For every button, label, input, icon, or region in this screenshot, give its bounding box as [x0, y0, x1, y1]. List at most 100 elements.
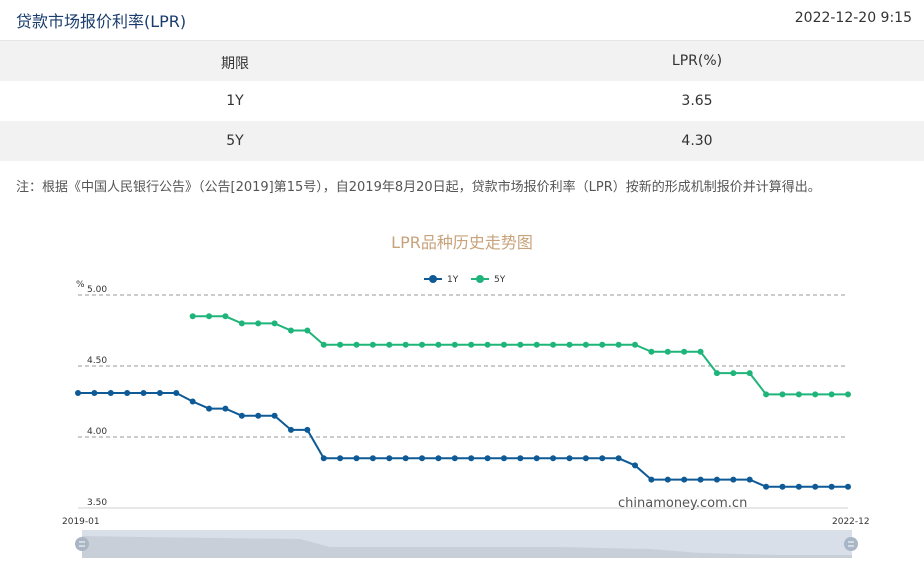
data-point-5y[interactable] [812, 391, 819, 398]
data-point-5y[interactable] [353, 341, 360, 348]
data-point-1y[interactable] [550, 455, 557, 462]
data-point-1y[interactable] [107, 389, 114, 396]
data-point-1y[interactable] [746, 476, 753, 483]
data-point-1y[interactable] [632, 462, 639, 469]
data-point-5y[interactable] [582, 341, 589, 348]
data-point-5y[interactable] [451, 341, 458, 348]
data-point-5y[interactable] [795, 391, 802, 398]
data-point-5y[interactable] [304, 327, 311, 334]
data-point-1y[interactable] [206, 405, 213, 412]
legend-item-1y[interactable]: 1Y [424, 275, 459, 285]
data-point-1y[interactable] [763, 483, 770, 490]
data-point-1y[interactable] [189, 398, 196, 405]
data-point-1y[interactable] [353, 455, 360, 462]
data-point-1y[interactable] [713, 476, 720, 483]
y-tick-label: 5.00 [87, 285, 107, 295]
data-point-5y[interactable] [238, 320, 245, 327]
data-point-1y[interactable] [435, 455, 442, 462]
data-point-1y[interactable] [337, 455, 344, 462]
data-point-5y[interactable] [763, 391, 770, 398]
data-point-1y[interactable] [304, 426, 311, 433]
data-point-5y[interactable] [222, 313, 229, 320]
data-point-5y[interactable] [615, 341, 622, 348]
data-point-1y[interactable] [451, 455, 458, 462]
data-point-1y[interactable] [287, 426, 294, 433]
data-point-5y[interactable] [369, 341, 376, 348]
data-point-1y[interactable] [140, 389, 147, 396]
x-axis-start-label: 2019-01 [62, 517, 100, 527]
data-point-5y[interactable] [468, 341, 475, 348]
data-point-1y[interactable] [566, 455, 573, 462]
data-point-1y[interactable] [730, 476, 737, 483]
data-point-1y[interactable] [156, 389, 163, 396]
data-point-5y[interactable] [271, 320, 278, 327]
data-point-5y[interactable] [779, 391, 786, 398]
data-point-5y[interactable] [206, 313, 213, 320]
data-point-5y[interactable] [648, 348, 655, 355]
data-point-1y[interactable] [845, 483, 851, 490]
data-point-5y[interactable] [255, 320, 262, 327]
series-1y [75, 389, 851, 490]
data-point-1y[interactable] [402, 455, 409, 462]
data-point-1y[interactable] [664, 476, 671, 483]
data-point-1y[interactable] [468, 455, 475, 462]
data-point-1y[interactable] [238, 412, 245, 419]
data-point-1y[interactable] [484, 455, 491, 462]
data-point-1y[interactable] [386, 455, 393, 462]
data-point-5y[interactable] [484, 341, 491, 348]
data-point-5y[interactable] [320, 341, 327, 348]
data-zoom-slider[interactable] [75, 530, 858, 558]
data-point-1y[interactable] [320, 455, 327, 462]
data-point-5y[interactable] [845, 391, 851, 398]
zoom-handle-left[interactable] [75, 537, 89, 551]
data-point-1y[interactable] [648, 476, 655, 483]
zoom-handle-right[interactable] [844, 537, 858, 551]
data-point-5y[interactable] [419, 341, 426, 348]
data-point-1y[interactable] [779, 483, 786, 490]
data-point-5y[interactable] [566, 341, 573, 348]
data-point-1y[interactable] [419, 455, 426, 462]
data-point-1y[interactable] [222, 405, 229, 412]
data-point-5y[interactable] [632, 341, 639, 348]
data-point-5y[interactable] [189, 313, 196, 320]
data-point-5y[interactable] [337, 341, 344, 348]
data-point-1y[interactable] [500, 455, 507, 462]
data-point-1y[interactable] [599, 455, 606, 462]
data-point-1y[interactable] [795, 483, 802, 490]
data-point-1y[interactable] [91, 389, 98, 396]
y-tick-label: 4.50 [87, 356, 107, 366]
data-point-1y[interactable] [812, 483, 819, 490]
data-point-1y[interactable] [582, 455, 589, 462]
data-point-1y[interactable] [533, 455, 540, 462]
data-point-5y[interactable] [697, 348, 704, 355]
data-point-5y[interactable] [550, 341, 557, 348]
data-point-1y[interactable] [173, 389, 180, 396]
data-point-5y[interactable] [500, 341, 507, 348]
data-point-5y[interactable] [517, 341, 524, 348]
data-point-5y[interactable] [287, 327, 294, 334]
series-layer [75, 313, 851, 490]
data-point-5y[interactable] [435, 341, 442, 348]
data-point-1y[interactable] [255, 412, 262, 419]
data-point-1y[interactable] [517, 455, 524, 462]
data-point-1y[interactable] [615, 455, 622, 462]
data-point-5y[interactable] [599, 341, 606, 348]
legend-item-5y[interactable]: 5Y [471, 275, 506, 285]
data-point-1y[interactable] [124, 389, 131, 396]
table-row: 5Y 4.30 [0, 121, 924, 161]
data-point-5y[interactable] [713, 370, 720, 377]
data-point-1y[interactable] [271, 412, 278, 419]
data-point-5y[interactable] [828, 391, 835, 398]
data-point-5y[interactable] [746, 370, 753, 377]
data-point-5y[interactable] [402, 341, 409, 348]
data-point-5y[interactable] [664, 348, 671, 355]
data-point-5y[interactable] [681, 348, 688, 355]
data-point-5y[interactable] [533, 341, 540, 348]
data-point-1y[interactable] [828, 483, 835, 490]
data-point-1y[interactable] [369, 455, 376, 462]
data-point-1y[interactable] [75, 389, 81, 396]
data-point-5y[interactable] [730, 370, 737, 377]
data-point-1y[interactable] [681, 476, 688, 483]
data-point-1y[interactable] [697, 476, 704, 483]
data-point-5y[interactable] [386, 341, 393, 348]
